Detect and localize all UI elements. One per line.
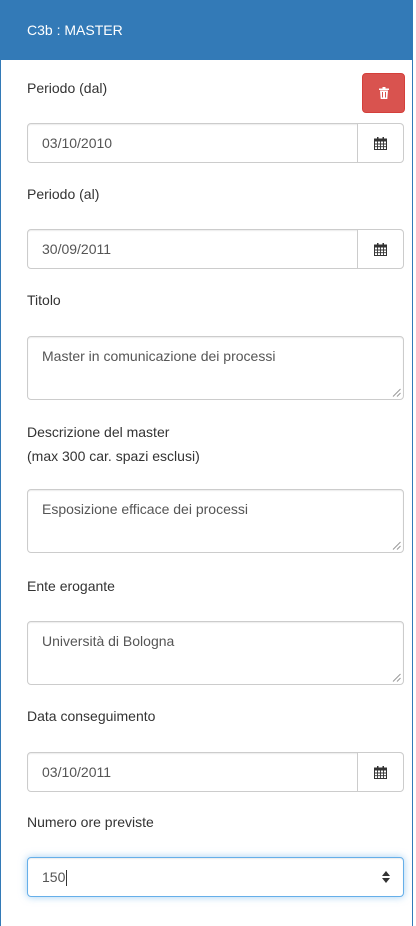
master-panel: C3b : MASTER Periodo (dal) 03/10/2010 Pe… bbox=[0, 0, 413, 926]
descrizione-label: Descrizione del master bbox=[27, 424, 170, 440]
descrizione-textarea[interactable]: Esposizione efficace dei processi bbox=[27, 489, 404, 553]
calendar-icon bbox=[374, 242, 387, 256]
titolo-textarea[interactable]: Master in comunicazione dei processi bbox=[27, 336, 404, 400]
data-conseguimento-value: 03/10/2011 bbox=[42, 764, 112, 780]
periodo-al-label: Periodo (al) bbox=[27, 186, 100, 202]
descrizione-hint: (max 300 car. spazi esclusi) bbox=[27, 448, 200, 464]
ente-label: Ente erogante bbox=[27, 578, 115, 594]
periodo-dal-calendar-button[interactable] bbox=[357, 124, 403, 162]
periodo-al-calendar-button[interactable] bbox=[357, 230, 403, 268]
periodo-dal-input[interactable]: 03/10/2010 bbox=[27, 123, 404, 163]
text-caret bbox=[66, 870, 68, 887]
calendar-icon bbox=[374, 136, 387, 150]
spinner-arrows-icon[interactable] bbox=[381, 869, 391, 885]
ente-value: Università di Bologna bbox=[42, 633, 175, 649]
ore-previste-label: Numero ore previste bbox=[27, 814, 154, 830]
descrizione-value: Esposizione efficace dei processi bbox=[42, 501, 248, 517]
trash-icon bbox=[378, 87, 389, 99]
delete-button[interactable] bbox=[362, 73, 405, 113]
data-conseguimento-input[interactable]: 03/10/2011 bbox=[27, 752, 404, 792]
periodo-dal-value: 03/10/2010 bbox=[42, 135, 113, 151]
resize-handle-icon[interactable] bbox=[392, 673, 401, 682]
periodo-al-input[interactable]: 30/09/2011 bbox=[27, 229, 404, 269]
ore-previste-value: 150 bbox=[42, 869, 66, 885]
ente-textarea[interactable]: Università di Bologna bbox=[27, 621, 404, 685]
resize-handle-icon[interactable] bbox=[392, 541, 401, 550]
resize-handle-icon[interactable] bbox=[392, 388, 401, 397]
panel-title: C3b : MASTER bbox=[1, 0, 412, 60]
periodo-dal-label: Periodo (dal) bbox=[27, 80, 108, 96]
data-conseguimento-calendar-button[interactable] bbox=[357, 753, 403, 791]
calendar-icon bbox=[374, 765, 387, 779]
ore-previste-value-wrap: 150 bbox=[42, 858, 68, 896]
ore-previste-input[interactable]: 150 bbox=[27, 857, 404, 897]
titolo-label: Titolo bbox=[27, 292, 61, 308]
titolo-value: Master in comunicazione dei processi bbox=[42, 348, 276, 364]
data-conseguimento-label: Data conseguimento bbox=[27, 708, 156, 724]
periodo-al-value: 30/09/2011 bbox=[42, 241, 112, 257]
